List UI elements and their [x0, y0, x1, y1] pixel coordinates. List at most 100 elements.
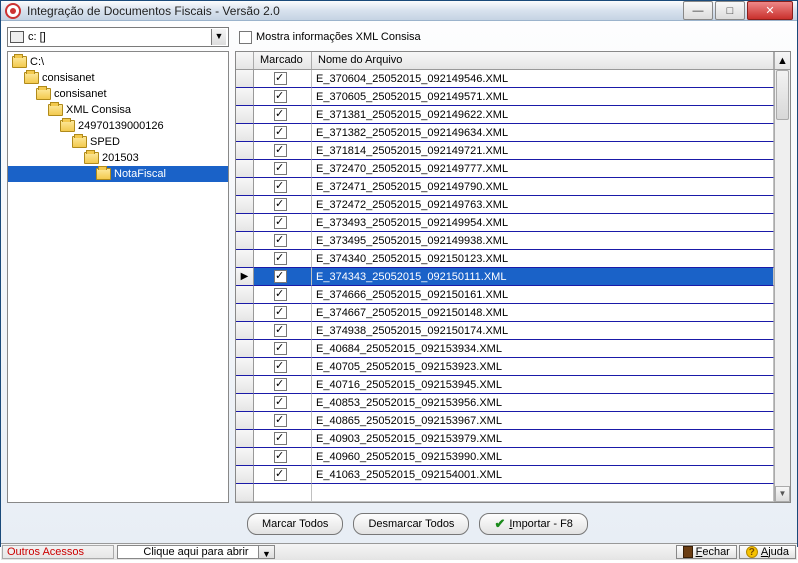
column-marcado[interactable]: Marcado	[254, 52, 312, 69]
outros-acessos-combo[interactable]: Clique aqui para abrir ▼	[117, 545, 275, 559]
table-row[interactable]: ▶E_374343_25052015_092150111.XML	[236, 268, 774, 286]
table-row[interactable]: E_373495_25052015_092149938.XML	[236, 232, 774, 250]
table-row[interactable]: E_40865_25052015_092153967.XML	[236, 412, 774, 430]
checkbox-icon[interactable]	[274, 180, 287, 193]
row-checkbox-cell[interactable]	[254, 250, 312, 268]
checkbox-icon[interactable]	[274, 468, 287, 481]
close-button[interactable]: ✕	[747, 1, 793, 20]
marcar-todos-button[interactable]: Marcar Todos	[247, 513, 343, 535]
column-nome[interactable]: Nome do Arquivo	[312, 52, 774, 69]
checkbox-icon[interactable]	[274, 108, 287, 121]
row-checkbox-cell[interactable]	[254, 466, 312, 484]
row-checkbox-cell[interactable]	[254, 322, 312, 340]
drive-combo[interactable]: c: [] ▼	[7, 27, 229, 47]
table-row[interactable]: E_373493_25052015_092149954.XML	[236, 214, 774, 232]
row-checkbox-cell[interactable]	[254, 142, 312, 160]
row-checkbox-cell[interactable]	[254, 124, 312, 142]
checkbox-icon[interactable]	[274, 234, 287, 247]
row-checkbox-cell[interactable]	[254, 106, 312, 124]
tree-item[interactable]: consisanet	[8, 70, 228, 86]
chevron-down-icon[interactable]: ▼	[211, 29, 226, 45]
row-checkbox-cell[interactable]	[254, 394, 312, 412]
fechar-button[interactable]: Fechar	[676, 545, 737, 559]
row-checkbox-cell[interactable]	[254, 448, 312, 466]
checkbox-icon[interactable]	[274, 306, 287, 319]
table-row[interactable]: E_41063_25052015_092154001.XML	[236, 466, 774, 484]
checkbox-icon[interactable]	[274, 162, 287, 175]
checkbox-icon[interactable]	[274, 72, 287, 85]
scroll-down-button[interactable]: ▼	[775, 486, 790, 502]
row-checkbox-cell[interactable]	[254, 412, 312, 430]
checkbox-icon[interactable]	[274, 450, 287, 463]
table-row[interactable]: E_374666_25052015_092150161.XML	[236, 286, 774, 304]
checkbox-icon[interactable]	[274, 360, 287, 373]
checkbox-icon[interactable]	[239, 31, 252, 44]
table-row[interactable]: E_374340_25052015_092150123.XML	[236, 250, 774, 268]
checkbox-icon[interactable]	[274, 270, 287, 283]
tree-item[interactable]: consisanet	[8, 86, 228, 102]
checkbox-icon[interactable]	[274, 144, 287, 157]
table-row[interactable]: E_372472_25052015_092149763.XML	[236, 196, 774, 214]
row-checkbox-cell[interactable]	[254, 232, 312, 250]
table-row[interactable]: E_371814_25052015_092149721.XML	[236, 142, 774, 160]
ajuda-button[interactable]: ? Ajuda	[739, 545, 796, 559]
table-row[interactable]: E_370605_25052015_092149571.XML	[236, 88, 774, 106]
table-row[interactable]: E_374938_25052015_092150174.XML	[236, 322, 774, 340]
maximize-button[interactable]: □	[715, 1, 745, 20]
row-checkbox-cell[interactable]	[254, 70, 312, 88]
table-row[interactable]: E_370604_25052015_092149546.XML	[236, 70, 774, 88]
titlebar[interactable]: Integração de Documentos Fiscais - Versã…	[1, 1, 797, 21]
row-checkbox-cell[interactable]	[254, 376, 312, 394]
folder-tree[interactable]: C:\consisanetconsisanetXML Consisa249701…	[7, 51, 229, 503]
minimize-button[interactable]: —	[683, 1, 713, 20]
table-row[interactable]: E_372471_25052015_092149790.XML	[236, 178, 774, 196]
tree-item[interactable]: SPED	[8, 134, 228, 150]
tree-item[interactable]: C:\	[8, 54, 228, 70]
checkbox-icon[interactable]	[274, 324, 287, 337]
checkbox-icon[interactable]	[274, 432, 287, 445]
importar-button[interactable]: ✔ Importar - F8	[479, 513, 587, 535]
table-row[interactable]: E_40716_25052015_092153945.XML	[236, 376, 774, 394]
row-checkbox-cell[interactable]	[254, 304, 312, 322]
checkbox-icon[interactable]	[274, 90, 287, 103]
table-row[interactable]: E_374667_25052015_092150148.XML	[236, 304, 774, 322]
table-row[interactable]: E_40960_25052015_092153990.XML	[236, 448, 774, 466]
row-checkbox-cell[interactable]	[254, 358, 312, 376]
checkbox-icon[interactable]	[274, 216, 287, 229]
checkbox-icon[interactable]	[274, 126, 287, 139]
row-checkbox-cell[interactable]	[254, 88, 312, 106]
show-xml-checkbox[interactable]: Mostra informações XML Consisa	[239, 31, 421, 44]
scroll-up-button[interactable]: ▲	[774, 52, 790, 69]
row-checkbox-cell[interactable]	[254, 196, 312, 214]
row-checkbox-cell[interactable]	[254, 214, 312, 232]
row-checkbox-cell[interactable]	[254, 160, 312, 178]
tree-item[interactable]: 201503	[8, 150, 228, 166]
table-row[interactable]: E_371381_25052015_092149622.XML	[236, 106, 774, 124]
row-checkbox-cell[interactable]	[254, 268, 312, 286]
checkbox-icon[interactable]	[274, 378, 287, 391]
table-row[interactable]: E_40705_25052015_092153923.XML	[236, 358, 774, 376]
row-checkbox-cell[interactable]	[254, 340, 312, 358]
row-checkbox-cell[interactable]	[254, 178, 312, 196]
checkbox-icon[interactable]	[274, 198, 287, 211]
tree-item[interactable]: 24970139000126	[8, 118, 228, 134]
tree-item[interactable]: XML Consisa	[8, 102, 228, 118]
row-checkbox-cell[interactable]	[254, 430, 312, 448]
table-row[interactable]: E_40853_25052015_092153956.XML	[236, 394, 774, 412]
desmarcar-todos-button[interactable]: Desmarcar Todos	[353, 513, 469, 535]
checkbox-icon[interactable]	[274, 288, 287, 301]
tree-item[interactable]: NotaFiscal	[8, 166, 228, 182]
scroll-track[interactable]	[775, 70, 790, 486]
checkbox-icon[interactable]	[274, 252, 287, 265]
checkbox-icon[interactable]	[274, 342, 287, 355]
checkbox-icon[interactable]	[274, 414, 287, 427]
vertical-scrollbar[interactable]: ▼	[774, 70, 790, 502]
table-row[interactable]: E_40903_25052015_092153979.XML	[236, 430, 774, 448]
chevron-down-icon[interactable]: ▼	[258, 546, 274, 558]
row-checkbox-cell[interactable]	[254, 286, 312, 304]
table-row[interactable]: E_40684_25052015_092153934.XML	[236, 340, 774, 358]
scroll-thumb[interactable]	[776, 70, 789, 120]
table-row[interactable]: E_371382_25052015_092149634.XML	[236, 124, 774, 142]
checkbox-icon[interactable]	[274, 396, 287, 409]
table-row[interactable]: E_372470_25052015_092149777.XML	[236, 160, 774, 178]
